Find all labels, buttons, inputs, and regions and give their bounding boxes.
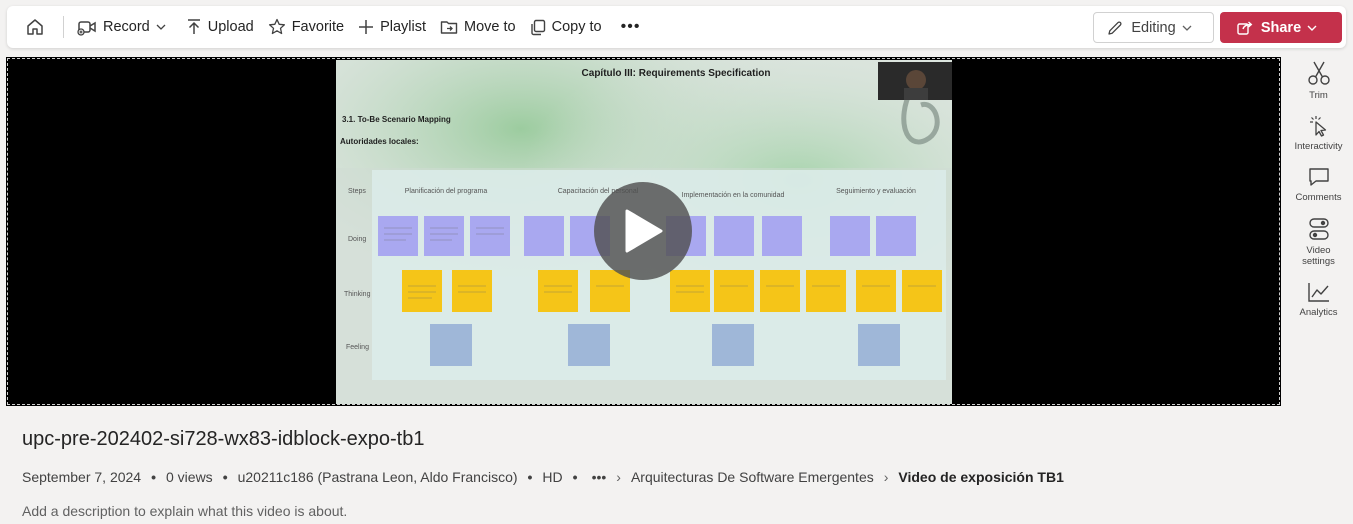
slide-section: 3.1. To-Be Scenario Mapping [342,115,451,124]
analytics-button[interactable]: Analytics [1284,281,1353,318]
chevron-down-icon [1182,25,1192,31]
upload-label: Upload [207,19,254,35]
play-icon [625,209,663,253]
quality-badge: HD [542,469,563,485]
comments-button[interactable]: Comments [1284,166,1353,203]
trim-button[interactable]: Trim [1284,60,1353,101]
video-title[interactable]: upc-pre-202402-si728-wx83-idblock-expo-t… [22,428,424,451]
right-tool-panel: Trim Interactivity Comments Video settin… [1284,60,1353,332]
row-label-steps: Steps [348,188,366,195]
description-field[interactable]: Add a description to explain what this v… [22,503,347,519]
comments-label: Comments [1295,192,1342,203]
editing-mode-button[interactable]: Editing [1093,12,1214,43]
copy-to-label: Copy to [551,19,602,35]
row-label-thinking: Thinking [344,291,371,298]
chevron-down-icon [156,24,166,30]
record-icon [77,21,96,36]
breadcrumb-more[interactable]: ••• [592,469,607,485]
upload-button[interactable]: Upload [179,6,261,48]
toggle-settings-icon [1308,218,1329,240]
share-label: Share [1260,19,1302,36]
separator-dot: • [572,469,578,485]
trim-label: Trim [1309,90,1328,101]
owner-name[interactable]: u20211c186 (Pastrana Leon, Aldo Francisc… [238,469,518,485]
cursor-click-icon [1309,116,1326,137]
chevron-right-icon: › [883,469,889,485]
row-label-doing: Doing [348,236,366,243]
breadcrumb-current: Video de exposición TB1 [898,469,1064,485]
editing-label: Editing [1131,19,1176,36]
comment-icon [1308,168,1329,186]
phase-label: Seguimiento y evaluación [836,188,916,195]
phase-label: Planificación del programa [405,188,488,195]
command-bar-right: Editing Share [1093,12,1342,43]
scissors-icon [1307,61,1330,85]
home-button[interactable] [15,6,55,48]
interactivity-button[interactable]: Interactivity [1284,115,1353,152]
chevron-down-icon [1307,25,1317,31]
analytics-label: Analytics [1299,307,1338,318]
separator-dot: • [527,469,533,485]
analytics-icon [1307,283,1329,302]
phase-label: Implementación en la comunidad [682,192,785,199]
record-label: Record [103,19,150,35]
share-icon [1237,21,1253,35]
upload-date: September 7, 2024 [22,469,142,485]
move-to-label: Move to [464,19,516,35]
play-button[interactable] [594,182,692,280]
move-to-button[interactable]: Move to [433,6,523,48]
copy-to-button[interactable]: Copy to [523,6,609,48]
chevron-right-icon: › [616,469,621,485]
playlist-label: Playlist [380,19,427,35]
separator-dot: • [222,469,228,485]
pencil-icon [1108,20,1122,35]
star-icon [268,18,285,35]
video-settings-button[interactable]: Video settings [1284,217,1353,267]
view-count: 0 views [166,469,213,485]
separator-dot: • [151,469,156,485]
home-icon [27,19,43,35]
copy-icon [530,19,545,35]
favorite-label: Favorite [291,19,345,35]
slide-title: Capítulo III: Requirements Specification [582,68,771,79]
plus-icon [359,20,374,34]
row-label-feeling: Feeling [346,344,369,351]
record-button[interactable]: Record [70,6,179,48]
playlist-button[interactable]: Playlist [351,6,433,48]
slide-subsection: Autoridades locales: [340,137,419,146]
favorite-button[interactable]: Favorite [261,6,351,48]
breadcrumb-parent[interactable]: Arquitecturas De Software Emergentes [631,469,874,485]
folder-move-icon [440,21,458,34]
thinking-stickies [402,270,942,312]
upload-icon [187,19,200,34]
interactivity-label: Interactivity [1294,141,1343,152]
video-player[interactable]: Capítulo III: Requirements Specification… [6,57,1281,406]
share-button[interactable]: Share [1220,12,1342,43]
video-settings-label: Video settings [1302,245,1335,267]
video-metadata: September 7, 2024 • 0 views • u20211c186… [22,469,1064,485]
divider [63,16,64,38]
more-options-button[interactable]: ••• [609,6,653,48]
